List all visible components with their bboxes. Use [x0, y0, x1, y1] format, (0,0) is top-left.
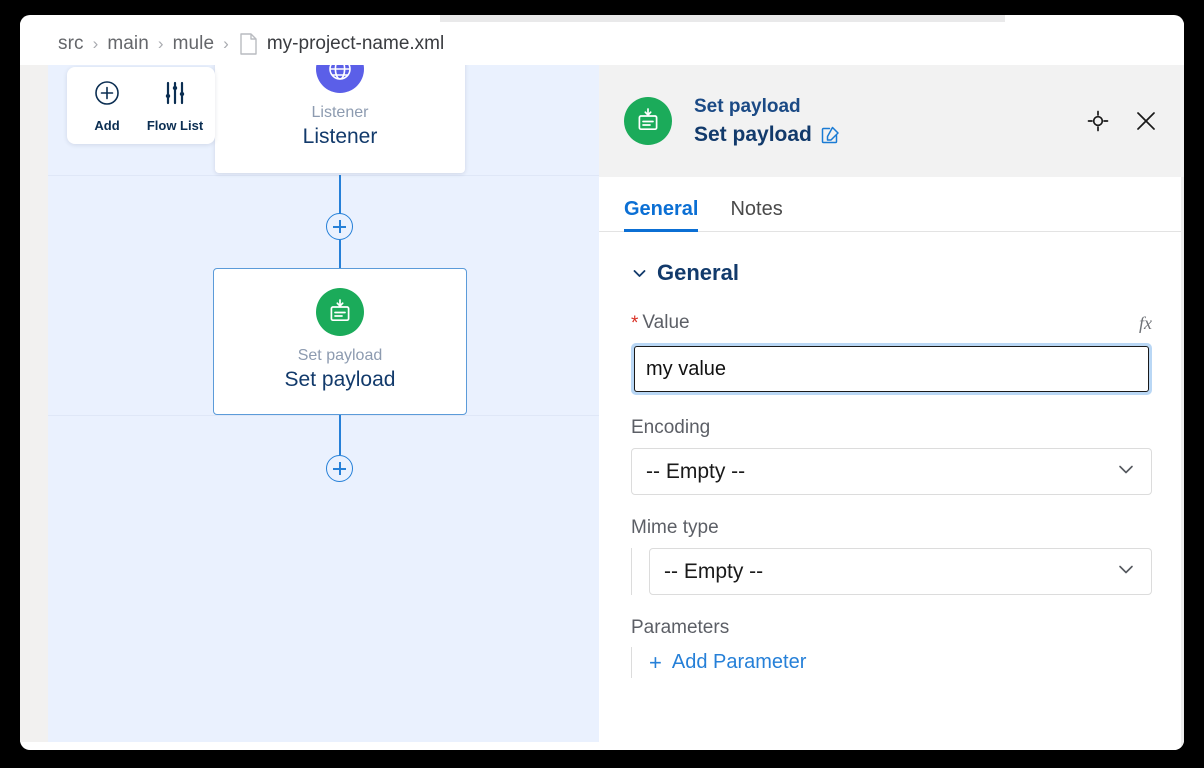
- flow-node-name-label: Listener: [302, 125, 378, 148]
- field-value: * Value fx: [631, 312, 1152, 395]
- flow-node-type-label: Set payload: [297, 347, 383, 365]
- globe-icon: [316, 65, 364, 93]
- set-payload-icon: [624, 97, 672, 145]
- breadcrumb-item-main[interactable]: main: [107, 33, 149, 55]
- flow-node-type-label: Listener: [311, 104, 369, 121]
- flow-toolbar: Add Flow List: [67, 67, 215, 144]
- field-parameters: Parameters + Add Parameter: [631, 617, 1152, 678]
- flow-connector: [339, 240, 341, 270]
- field-label-value: Value: [642, 312, 690, 333]
- mime-type-select[interactable]: -- Empty --: [649, 548, 1152, 595]
- value-input-focus-ring: [631, 343, 1152, 395]
- editor-tab-strip: [440, 15, 1005, 22]
- breadcrumb-item-mule[interactable]: mule: [173, 33, 215, 55]
- section-title: General: [657, 260, 739, 285]
- flow-connector: [339, 415, 341, 455]
- chevron-down-icon: [631, 265, 648, 282]
- canvas-divider: [48, 415, 627, 416]
- chevron-down-icon: [1115, 558, 1137, 585]
- field-label-parameters: Parameters: [631, 617, 730, 638]
- add-parameter-button[interactable]: + Add Parameter: [649, 647, 1152, 678]
- breadcrumb: src › main › mule › my-project-name.xml: [20, 22, 1184, 65]
- panel-header: Set payload Set payload: [599, 65, 1184, 177]
- breadcrumb-separator: ›: [223, 34, 229, 53]
- edit-pencil-icon[interactable]: [821, 125, 840, 144]
- panel-title: Set payload: [694, 123, 812, 147]
- tab-notes[interactable]: Notes: [730, 198, 782, 231]
- flow-list-button-label: Flow List: [146, 117, 204, 133]
- flow-node-listener[interactable]: Listener Listener: [215, 65, 465, 173]
- required-marker: *: [631, 312, 639, 334]
- section-header-general[interactable]: General: [631, 260, 1152, 286]
- encoding-select[interactable]: -- Empty --: [631, 448, 1152, 495]
- panel-action-buttons: [1086, 109, 1158, 133]
- add-parameter-label: Add Parameter: [671, 651, 807, 673]
- add-step-button-2[interactable]: [326, 455, 353, 482]
- file-icon: [240, 32, 257, 55]
- add-button-label: Add: [94, 117, 120, 133]
- breadcrumb-separator: ›: [92, 34, 99, 53]
- properties-panel: Set payload Set payload General Notes Ge…: [599, 65, 1184, 750]
- close-icon[interactable]: [1134, 109, 1158, 133]
- add-step-button-1[interactable]: [326, 213, 353, 240]
- breadcrumb-file-name[interactable]: my-project-name.xml: [267, 33, 444, 55]
- tab-general[interactable]: General: [624, 198, 699, 232]
- flow-node-set-payload[interactable]: Set payload Set payload: [213, 268, 467, 415]
- field-label-encoding: Encoding: [631, 417, 711, 438]
- canvas-divider: [48, 175, 627, 176]
- flow-canvas[interactable]: Listener Listener Set payload Set payloa…: [48, 65, 627, 742]
- breadcrumb-separator: ›: [157, 34, 164, 53]
- breadcrumb-item-src[interactable]: src: [58, 33, 84, 55]
- canvas-gutter: [20, 65, 48, 742]
- plus-circle-icon: [93, 79, 121, 112]
- fx-icon[interactable]: fx: [1139, 313, 1152, 334]
- sliders-icon: [161, 79, 189, 112]
- flow-node-name-label: Set payload: [284, 368, 396, 392]
- mime-type-selected-value: -- Empty --: [664, 559, 764, 583]
- app-window: src › main › mule › my-project-name.xml: [20, 15, 1184, 750]
- set-payload-icon: [316, 288, 364, 337]
- field-mime-type: Mime type -- Empty --: [631, 517, 1152, 595]
- field-label-mime-type: Mime type: [631, 517, 719, 538]
- encoding-selected-value: -- Empty --: [646, 459, 746, 483]
- panel-tabs: General Notes: [599, 177, 1184, 232]
- focus-icon[interactable]: [1086, 109, 1110, 133]
- value-input[interactable]: [634, 346, 1149, 392]
- plus-icon: +: [649, 649, 662, 675]
- flow-list-button[interactable]: Flow List: [145, 79, 205, 133]
- chevron-down-icon: [1115, 458, 1137, 485]
- field-encoding: Encoding -- Empty --: [631, 417, 1152, 495]
- add-button[interactable]: Add: [77, 79, 137, 133]
- panel-body: General * Value fx Encoding -- E: [599, 232, 1184, 678]
- panel-subtitle: Set payload: [694, 95, 801, 117]
